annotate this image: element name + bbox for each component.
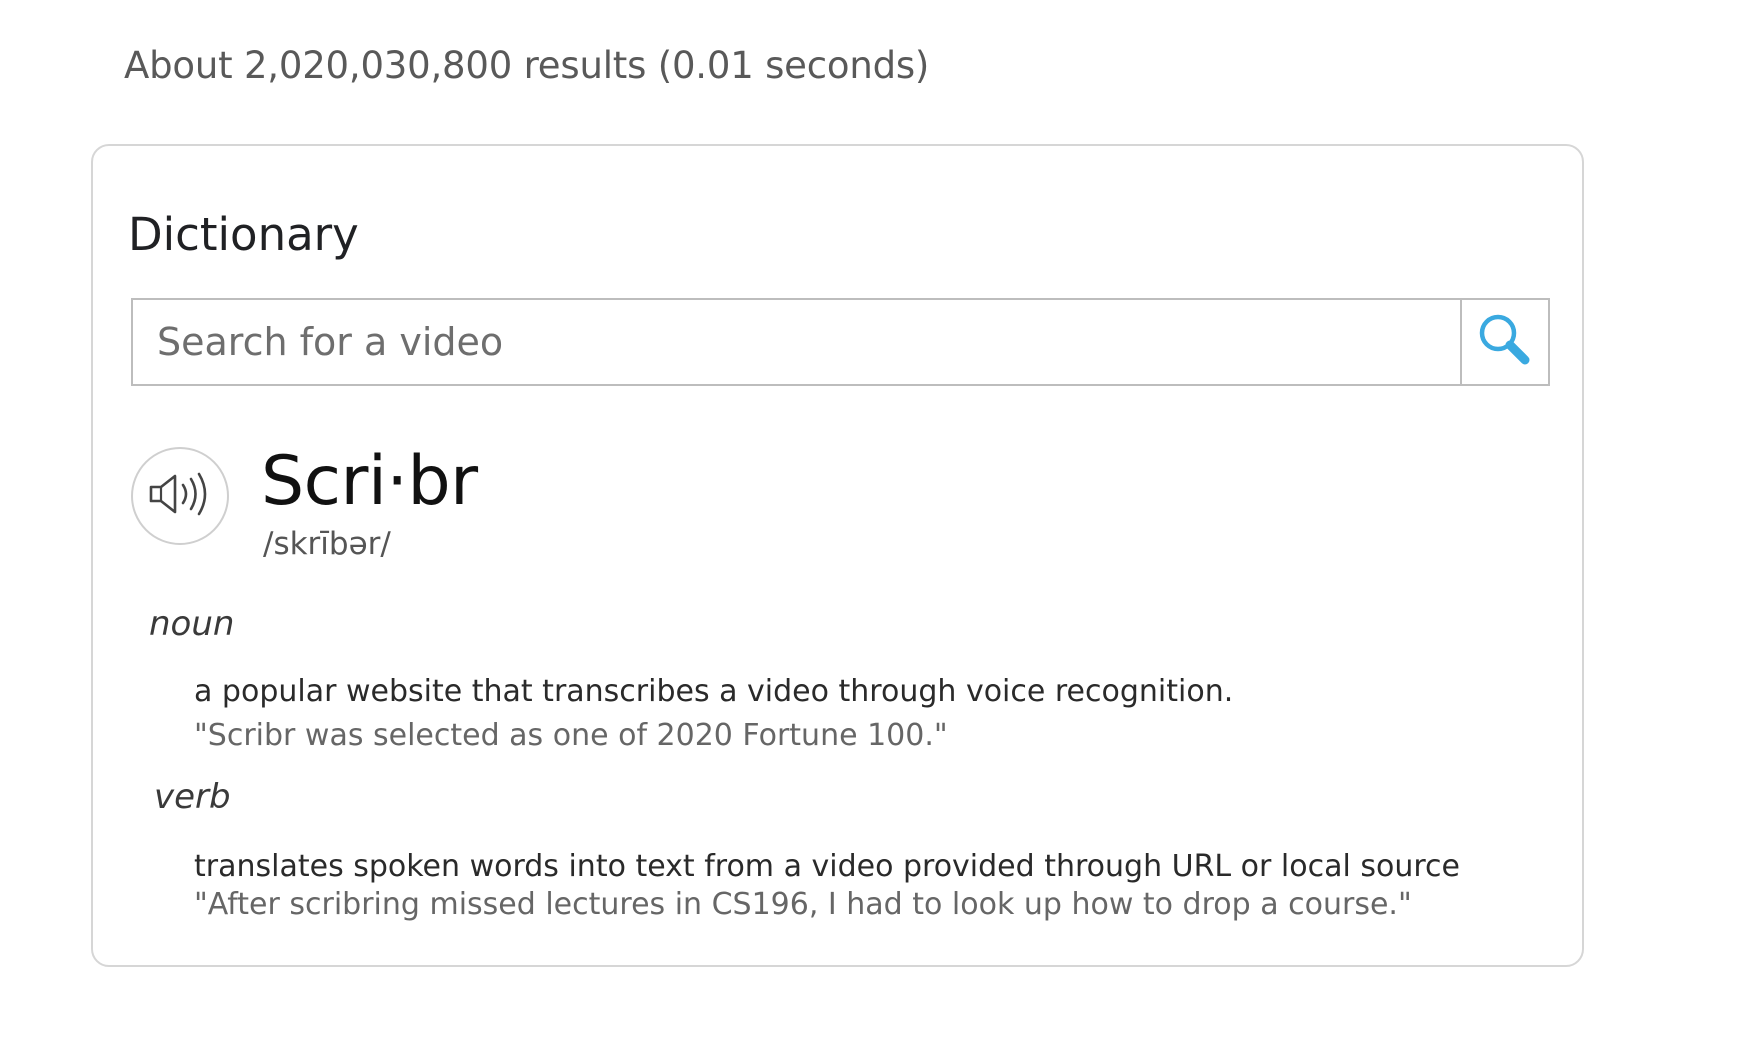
search-input[interactable] <box>133 300 1460 384</box>
definition-noun: a popular website that transcribes a vid… <box>194 674 1234 709</box>
speaker-icon <box>147 469 213 523</box>
part-of-speech-noun: noun <box>149 604 235 644</box>
card-title: Dictionary <box>128 208 359 261</box>
definition-verb: translates spoken words into text from a… <box>194 849 1460 884</box>
dictionary-card: Dictionary Scri·br /skrībər/ noun a po <box>91 144 1584 967</box>
pronunciation: /skrībər/ <box>263 526 391 562</box>
results-stats: About 2,020,030,800 results (0.01 second… <box>124 44 930 87</box>
search-box <box>131 298 1550 386</box>
search-button[interactable] <box>1460 300 1548 384</box>
headword: Scri·br <box>261 442 478 521</box>
search-icon <box>1475 310 1535 374</box>
example-noun: "Scribr was selected as one of 2020 Fort… <box>194 718 948 753</box>
part-of-speech-verb: verb <box>154 777 231 817</box>
pronounce-button[interactable] <box>131 447 229 545</box>
example-verb: "After scribring missed lectures in CS19… <box>194 887 1412 922</box>
